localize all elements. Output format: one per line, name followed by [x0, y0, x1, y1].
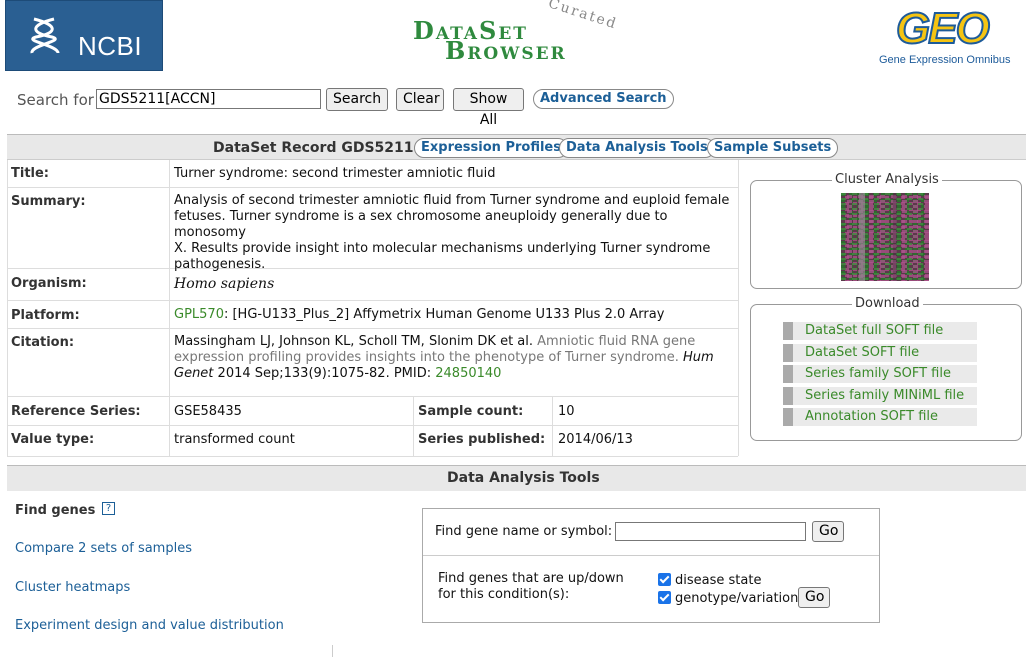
disease-state-checkbox[interactable] — [658, 573, 671, 586]
tools-title: Data Analysis Tools — [447, 470, 600, 486]
table-row-line — [7, 187, 738, 188]
series-published-label: Series published: — [418, 432, 546, 447]
cluster-analysis-legend: Cluster Analysis — [832, 172, 942, 187]
platform-link[interactable]: GPL570 — [174, 307, 224, 322]
citation-value: Massingham LJ, Johnson KL, Scholl TM, Sl… — [174, 334, 734, 382]
record-title: DataSet Record GDS5211: — [213, 140, 420, 156]
search-label: Search for — [17, 91, 94, 109]
table-divider — [552, 396, 553, 456]
geo-logo-mark: GEO — [895, 3, 991, 54]
download-annotation-soft[interactable]: Annotation SOFT file — [783, 408, 977, 426]
show-all-button[interactable]: Show All — [453, 88, 524, 128]
table-border-left — [7, 160, 8, 456]
table-divider — [169, 160, 170, 456]
platform-value: GPL570: [HG-U133_Plus_2] Affymetrix Huma… — [174, 307, 664, 323]
find-genes-panel-divider — [423, 555, 879, 556]
dataset-browser-logo[interactable]: DataSet Browser Curated — [400, 0, 640, 66]
download-dataset-soft[interactable]: DataSet SOFT file — [783, 344, 977, 362]
cluster-heatmap-thumbnail[interactable] — [841, 193, 929, 281]
value-type-value: transformed count — [174, 432, 295, 447]
condition-go-button[interactable]: Go — [798, 587, 830, 608]
browser-logo-curated: Curated — [546, 0, 620, 33]
experiment-design-link[interactable]: Experiment design and value distribution — [15, 618, 284, 633]
download-series-family-soft[interactable]: Series family SOFT file — [783, 365, 977, 383]
organism-label: Organism: — [11, 276, 87, 291]
citation-authors: Massingham LJ, Johnson KL, Scholl TM, Sl… — [174, 334, 534, 349]
divider — [332, 645, 333, 657]
value-type-label: Value type: — [11, 432, 95, 447]
organism-link[interactable]: Homo sapiens — [174, 276, 274, 292]
citation-journal: Genet — [174, 366, 214, 381]
compare-samples-link[interactable]: Compare 2 sets of samples — [15, 541, 192, 556]
table-row-line — [7, 328, 738, 329]
updown-label-line1: Find genes that are up/down — [438, 571, 624, 586]
title-label: Title: — [11, 166, 50, 181]
find-gene-label: Find gene name or symbol: — [435, 524, 613, 539]
citation-label: Citation: — [11, 335, 75, 350]
reference-series-label: Reference Series: — [11, 404, 141, 419]
table-row-line — [7, 456, 738, 457]
geo-logo-subtitle: Gene Expression Omnibus — [879, 54, 1011, 66]
platform-label: Platform: — [11, 308, 80, 323]
pmid-link[interactable]: 24850140 — [435, 366, 501, 381]
find-gene-input[interactable] — [615, 522, 806, 541]
find-genes-link[interactable]: Find genes — [15, 503, 95, 518]
platform-description: : [HG-U133_Plus_2] Affymetrix Human Geno… — [223, 307, 665, 322]
citation-journal: Hum — [682, 350, 714, 365]
sample-count-label: Sample count: — [418, 404, 524, 419]
sample-count-value: 10 — [558, 404, 575, 419]
updown-label-line2: for this condition(s): — [438, 587, 570, 602]
geo-logo[interactable]: GEO Gene Expression Omnibus — [878, 3, 1024, 70]
help-icon[interactable]: ? — [102, 502, 115, 515]
summary-line: Analysis of second trimester amniotic fl… — [174, 193, 730, 208]
tab-data-analysis-tools[interactable]: Data Analysis Tools — [559, 138, 715, 158]
summary-value: Analysis of second trimester amniotic fl… — [174, 193, 739, 273]
browser-logo-line2: Browser — [445, 36, 567, 65]
series-published-value: 2014/06/13 — [558, 432, 633, 447]
tab-expression-profiles[interactable]: Expression Profiles — [414, 138, 568, 158]
clear-button[interactable]: Clear — [396, 88, 444, 111]
citation-title-link[interactable]: expression profiling provides insights i… — [174, 350, 679, 365]
summary-label: Summary: — [11, 194, 86, 209]
summary-line: X. Results provide insight into molecula… — [174, 241, 711, 256]
cluster-heatmaps-link[interactable]: Cluster heatmaps — [15, 580, 130, 595]
citation-title-link[interactable]: Amniotic fluid RNA gene — [537, 334, 695, 349]
title-value: Turner syndrome: second trimester amniot… — [174, 166, 496, 181]
download-legend: Download — [852, 296, 923, 311]
reference-series-link[interactable]: GSE58435 — [174, 404, 242, 420]
find-gene-go-button[interactable]: Go — [812, 521, 844, 542]
ncbi-logo[interactable]: NCBI — [5, 0, 163, 71]
search-input[interactable] — [96, 89, 321, 109]
table-divider — [413, 396, 414, 456]
citation-details: 2014 Sep;133(9):1075-82. PMID: — [217, 366, 432, 381]
table-row-line — [7, 396, 738, 397]
dna-icon — [30, 17, 60, 54]
genotype-variation-label: genotype/variation — [675, 591, 799, 606]
summary-line: pathogenesis. — [174, 257, 266, 272]
ncbi-logo-text: NCBI — [78, 31, 143, 61]
search-button[interactable]: Search — [326, 88, 388, 111]
advanced-search-link[interactable]: Advanced Search — [533, 89, 674, 109]
disease-state-label: disease state — [675, 573, 762, 588]
table-row-line — [7, 300, 738, 301]
table-row-line — [7, 425, 738, 426]
genotype-variation-checkbox[interactable] — [658, 591, 671, 604]
summary-line: fetuses. Turner syndrome is a sex chromo… — [174, 209, 668, 240]
tab-sample-subsets[interactable]: Sample Subsets — [707, 138, 839, 158]
download-dataset-full-soft[interactable]: DataSet full SOFT file — [783, 322, 977, 340]
download-series-family-miniml[interactable]: Series family MINiML file — [783, 387, 977, 405]
